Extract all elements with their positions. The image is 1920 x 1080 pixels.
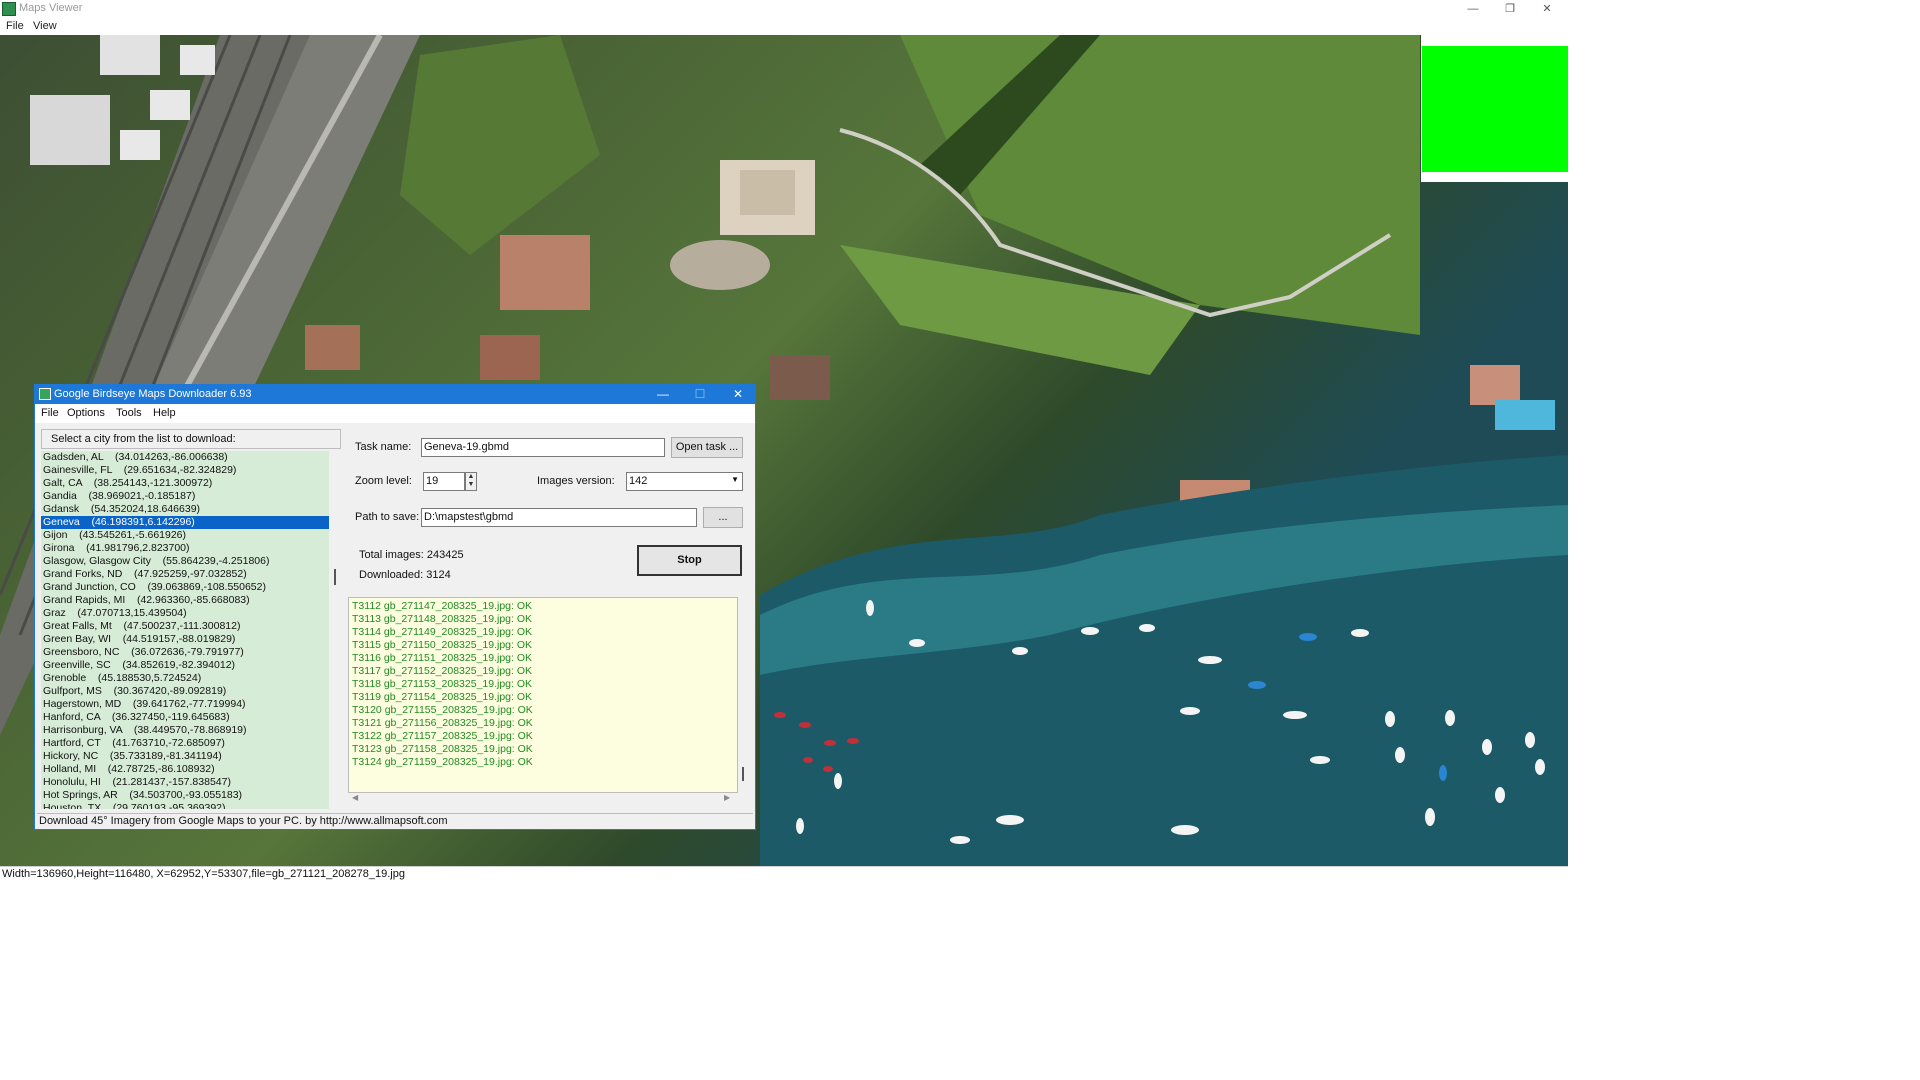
log-entry: T3115 gb_271150_208325_19.jpg: OK [352,639,533,651]
dialog-menu-options[interactable]: Options [67,407,105,419]
task-name-input[interactable]: Geneva-19.gbmd [421,438,665,457]
city-list-scrollbar[interactable] [329,451,341,809]
app-titlebar [0,0,1568,18]
scroll-right-icon[interactable]: ▶ [724,793,730,802]
dialog-close-button[interactable]: ✕ [724,387,752,402]
city-list-item[interactable]: Grand Junction, CO (39.063869,-108.55065… [41,581,329,594]
dialog-menu-help[interactable]: Help [153,407,176,419]
city-list-item[interactable]: Gulfport, MS (30.367420,-89.092819) [41,685,329,698]
city-list-item[interactable]: Hot Springs, AR (34.503700,-93.055183) [41,789,329,802]
browse-path-button[interactable]: ... [703,507,743,528]
city-list-item[interactable]: Gadsden, AL (34.014263,-86.006638) [41,451,329,464]
log-vertical-scrollbar[interactable] [738,597,750,793]
log-entry: T3112 gb_271147_208325_19.jpg: OK [352,600,533,612]
city-list-item[interactable]: Grand Forks, ND (47.925259,-97.032852) [41,568,329,581]
scroll-left-icon[interactable]: ◀ [352,793,358,802]
minimize-button[interactable]: — [1459,2,1487,16]
app-icon [2,2,16,16]
images-version-label: Images version: [537,475,615,487]
zoom-level-input[interactable]: 19 [423,472,465,491]
city-list-item[interactable]: Holland, MI (42.78725,-86.108932) [41,763,329,776]
city-list-item[interactable]: Girona (41.981796,2.823700) [41,542,329,555]
dialog-app-icon [39,388,51,400]
zoom-level-spinner[interactable]: ▲ ▼ [465,472,477,491]
city-list-scroll-thumb[interactable] [334,569,336,585]
city-list-item[interactable]: Hartford, CT (41.763710,-72.685097) [41,737,329,750]
log-entry: T3121 gb_271156_208325_19.jpg: OK [352,717,533,729]
log-entry: T3113 gb_271148_208325_19.jpg: OK [352,613,533,625]
minimap-overlay[interactable] [1422,46,1568,172]
dialog-status-bar: Download 45° Imagery from Google Maps to… [37,813,753,829]
dropdown-arrow-icon: ▼ [731,475,739,484]
menu-view[interactable]: View [33,20,57,32]
city-list-item[interactable]: Gandia (38.969021,-0.185187) [41,490,329,503]
menu-file[interactable]: File [6,20,24,32]
dialog-menubar [35,404,755,423]
log-entry: T3122 gb_271157_208325_19.jpg: OK [352,730,533,742]
status-text: Width=136960,Height=116480, X=62952,Y=53… [2,868,405,880]
stop-button[interactable]: Stop [637,545,742,576]
city-list-item[interactable]: Green Bay, WI (44.519157,-88.019829) [41,633,329,646]
city-list-item[interactable]: Great Falls, Mt (47.500237,-111.300812) [41,620,329,633]
zoom-level-label: Zoom level: [355,475,412,487]
download-log[interactable]: T3112 gb_271147_208325_19.jpg: OK T3113 g… [348,597,738,793]
dialog-menu-tools[interactable]: Tools [116,407,142,419]
city-list-item[interactable]: Geneva (46.198391,6.142296) [41,516,329,529]
city-list-item[interactable]: Greensboro, NC (36.072636,-79.791977) [41,646,329,659]
dialog-menu-file[interactable]: File [41,407,59,419]
log-entry: T3123 gb_271158_208325_19.jpg: OK [352,743,533,755]
city-list[interactable]: Gadsden, AL (34.014263,-86.006638) Gaines… [41,451,329,809]
log-entry: T3119 gb_271154_208325_19.jpg: OK [352,691,533,703]
city-list-item[interactable]: Harrisonburg, VA (38.449570,-78.868919) [41,724,329,737]
city-list-item[interactable]: Galt, CA (38.254143,-121.300972) [41,477,329,490]
city-list-item[interactable]: Gainesville, FL (29.651634,-82.324829) [41,464,329,477]
log-entry: T3120 gb_271155_208325_19.jpg: OK [352,704,533,716]
images-version-value: 142 [629,475,648,487]
log-entry: T3124 gb_271159_208325_19.jpg: OK [352,756,533,768]
dialog-minimize-button[interactable]: — [649,387,677,402]
dialog-maximize-button: ☐ [694,387,706,401]
downloaded-count-text: Downloaded: 3124 [359,569,451,581]
log-entry: T3118 gb_271153_208325_19.jpg: OK [352,678,533,690]
city-list-header: Select a city from the list to download: [41,429,341,449]
city-list-item[interactable]: Glasgow, Glasgow City (55.864239,-4.2518… [41,555,329,568]
city-list-item[interactable]: Honolulu, HI (21.281437,-157.838547) [41,776,329,789]
app-title: Maps Viewer [19,2,83,14]
city-list-item[interactable]: Graz (47.070713,15.439504) [41,607,329,620]
app-menubar [0,18,1568,35]
task-name-label: Task name: [355,441,412,453]
log-entry: T3114 gb_271149_208325_19.jpg: OK [352,626,533,638]
city-list-item[interactable]: Grenoble (45.188530,5.724524) [41,672,329,685]
log-scroll-thumb[interactable] [742,767,744,781]
log-entry: T3116 gb_271151_208325_19.jpg: OK [352,652,533,664]
close-button[interactable]: ✕ [1533,2,1561,16]
city-list-item[interactable]: Gdansk (54.352024,18.646639) [41,503,329,516]
restore-button[interactable]: ❐ [1496,2,1524,16]
path-to-save-label: Path to save: [355,511,420,523]
log-entry: T3117 gb_271152_208325_19.jpg: OK [352,665,533,677]
dialog-title: Google Birdseye Maps Downloader 6.93 [54,388,252,400]
open-task-button[interactable]: Open task ... [671,437,743,458]
city-list-item[interactable]: Grand Rapids, MI (42.963360,-85.668083) [41,594,329,607]
city-list-item[interactable]: Hickory, NC (35.733189,-81.341194) [41,750,329,763]
total-images-text: Total images: 243425 [359,549,464,561]
log-horizontal-scrollbar[interactable]: ◀ ▶ [348,793,750,805]
city-list-item[interactable]: Houston, TX (29.760193,-95.369392) [41,802,329,809]
downloader-dialog: Google Birdseye Maps Downloader 6.93 — ☐… [34,384,756,830]
city-list-item[interactable]: Gijon (43.545261,-5.661926) [41,529,329,542]
images-version-select[interactable]: 142 ▼ [626,472,743,491]
city-list-item[interactable]: Hagerstown, MD (39.641762,-77.719994) [41,698,329,711]
city-list-item[interactable]: Hanford, CA (36.327450,-119.645683) [41,711,329,724]
path-to-save-input[interactable]: D:\mapstest\gbmd [421,508,697,527]
city-list-item[interactable]: Greenville, SC (34.852619,-82.394012) [41,659,329,672]
